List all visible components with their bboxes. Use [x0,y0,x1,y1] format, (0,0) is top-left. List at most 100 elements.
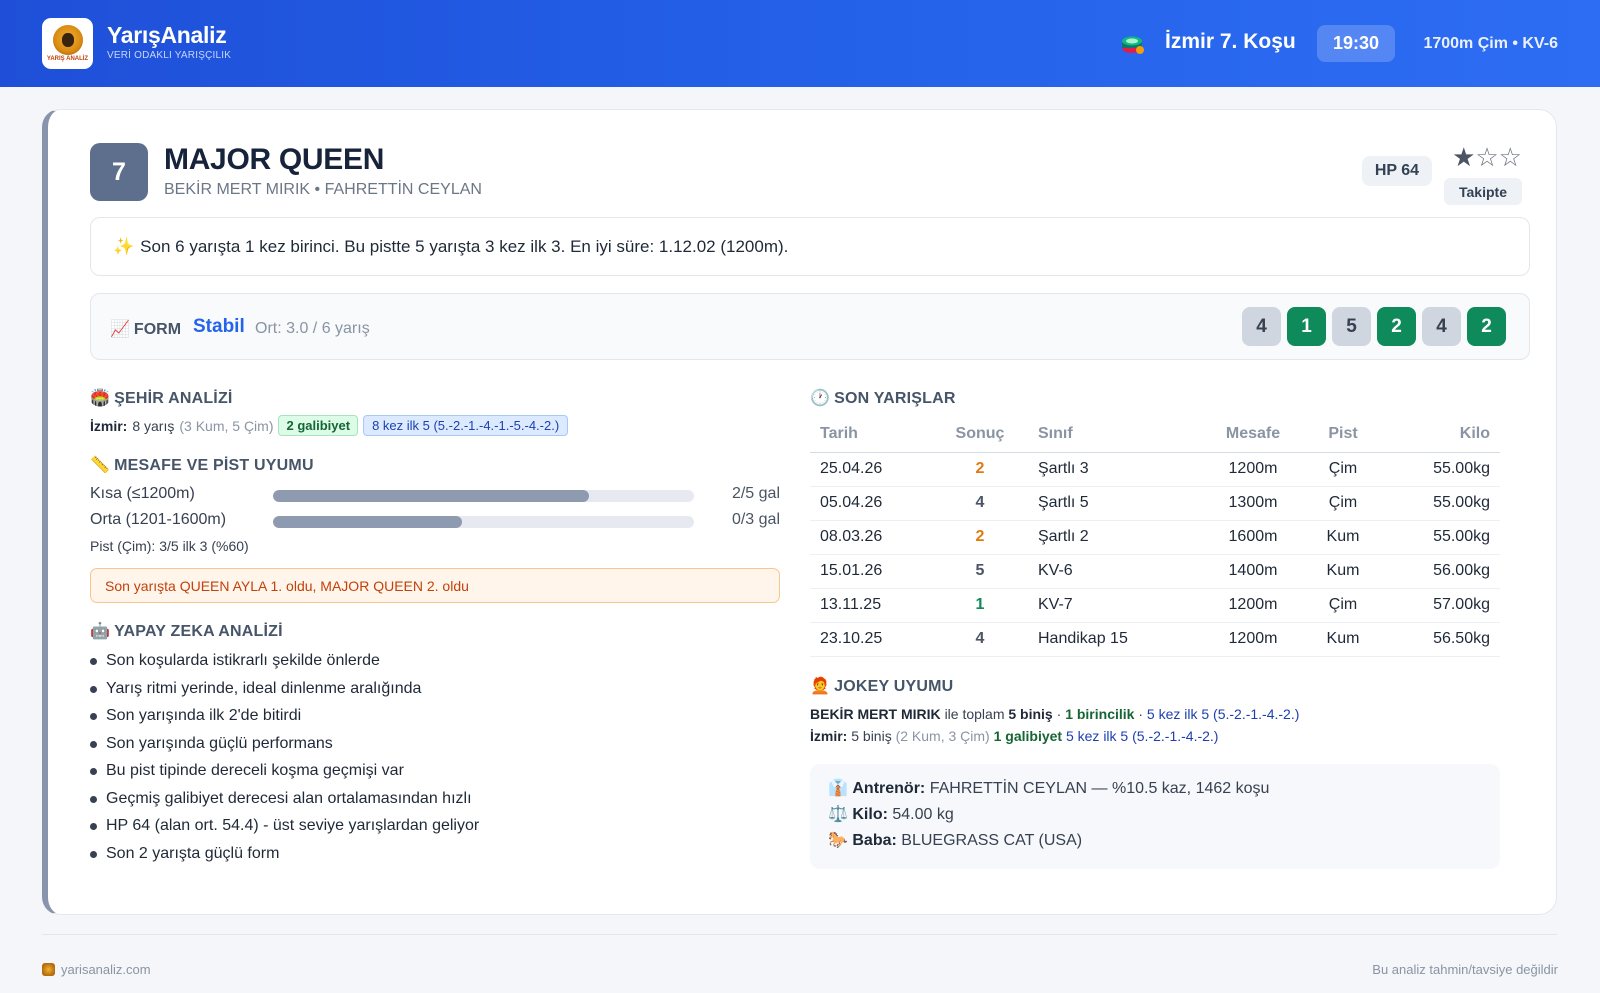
top-header: YARIŞ ANALİZ YarışAnaliz VERİ ODAKLI YAR… [0,0,1600,87]
jockey-city-line: İzmir: 5 biniş (2 Kum, 3 Çim) 1 galibiye… [810,728,1218,744]
column-header[interactable]: Sınıf [1028,416,1198,453]
table-row[interactable]: 23.10.25 4 Handikap 15 1200m Kum 56.50kg [810,622,1500,657]
list-item: Son yarışında ilk 2'de bitirdi [90,705,479,733]
distance-row-medium: Orta (1201-1600m) 0/3 gal [90,511,780,531]
clock-icon: 🕐 [810,390,831,407]
column-header[interactable]: Kilo [1378,416,1500,453]
city-analysis-title: 🏟️ ŞEHİR ANALİZİ [90,390,233,407]
cell-distance: 1200m [1198,452,1308,487]
city-analysis-line: İzmir: 8 yarış (3 Kum, 5 Çim) 2 galibiye… [90,415,569,436]
horse-connections: BEKİR MERT MIRIK • FAHRETTİN CEYLAN [164,181,482,198]
ruler-icon: 📏 [90,457,111,474]
summary-text: Son 6 yarışta 1 kez birinci. Bu pistte 5… [140,236,789,256]
column-header[interactable]: Tarih [810,416,932,453]
cell-class: Şartlı 5 [1028,486,1198,521]
ai-analysis-list: Son koşularda istikrarlı şekilde önlerde… [90,650,479,870]
hp-badge: HP 64 [1361,156,1432,186]
jockey-city: İzmir: [810,728,848,744]
form-bar: 📈 FORM Stabil Ort: 3.0 / 6 yarış 415242 [90,293,1530,360]
sire-value: BLUEGRASS CAT (USA) [901,832,1083,849]
form-average: Ort: 3.0 / 6 yarış [255,320,370,337]
cell-class: Şartlı 3 [1028,452,1198,487]
distance-progress-track [273,490,694,502]
city-top5-tag: 8 kez ilk 5 (5.-2.-1.-4.-1.-5.-4.-2.) [363,415,569,436]
footer-site[interactable]: yarisanaliz.com [42,962,151,977]
rating-stars[interactable]: ★☆☆ [1452,142,1522,173]
jockey-city-breakdown: (2 Kum, 3 Çim) [895,728,990,744]
table-row[interactable]: 05.04.26 4 Şartlı 5 1300m Çim 55.00kg [810,486,1500,521]
race-info: 1700m Çim • KV-6 [1423,35,1558,52]
table-row[interactable]: 08.03.26 2 Şartlı 2 1600m Kum 55.00kg [810,520,1500,555]
list-item: HP 64 (alan ort. 54.4) - üst seviye yarı… [90,815,479,843]
form-positions: 415242 [1242,307,1506,346]
cell-weight: 57.00kg [1378,588,1500,623]
horse-icon: 🐎 [828,832,848,849]
separator: · [1138,706,1143,722]
lion-icon [52,25,83,55]
list-item: Son 2 yarışta güçlü form [90,843,479,871]
cell-result: 5 [932,554,1028,589]
column-header[interactable]: Mesafe [1198,416,1308,453]
jockey-name: BEKİR MERT MIRIK [810,706,941,722]
cell-class: KV-6 [1028,554,1198,589]
jockey-rides: 5 biniş [1008,706,1053,722]
column-header[interactable]: Sonuç [932,416,1028,453]
stadium-icon: 🏟️ [90,390,111,407]
star-empty-icon[interactable]: ☆☆ [1475,142,1522,172]
cell-track: Çim [1308,588,1378,623]
jockey-text: ile toplam [944,706,1005,722]
cell-class: KV-7 [1028,588,1198,623]
weight-line: ⚖️ Kilo: 54.00 kg [828,804,1482,830]
cell-weight: 55.00kg [1378,520,1500,555]
cell-track: Kum [1308,520,1378,555]
footer-disclaimer: Bu analiz tahmin/tavsiye değildir [1372,962,1558,977]
brand-name[interactable]: YarışAnaliz [107,22,231,49]
racecourse-icon [1122,36,1144,54]
jockey-city-top5: 5 kez ilk 5 (5.-2.-1.-4.-2.) [1065,728,1219,744]
cell-track: Çim [1308,486,1378,521]
cell-result: 4 [932,622,1028,657]
cell-result: 1 [932,588,1028,623]
cell-class: Şartlı 2 [1028,520,1198,555]
cell-distance: 1400m [1198,554,1308,589]
cell-result: 2 [932,452,1028,487]
form-position-pill: 5 [1332,307,1371,346]
brand-logo[interactable]: YARIŞ ANALİZ [42,18,93,69]
form-position-pill: 2 [1377,307,1416,346]
cell-distance: 1200m [1198,588,1308,623]
distance-value: 0/3 gal [731,511,780,528]
follow-button[interactable]: Takipte [1444,178,1522,205]
cell-date: 08.03.26 [810,520,932,555]
logo-mini-icon [42,963,55,976]
star-filled-icon[interactable]: ★ [1452,142,1475,172]
jockey-top5: 5 kez ilk 5 (5.-2.-1.-4.-2.) [1146,706,1300,722]
jockey-city-wins: 1 galibiyet [993,728,1063,744]
column-header[interactable]: Pist [1308,416,1378,453]
footer-site-link[interactable]: yarisanaliz.com [61,962,151,977]
scale-icon: ⚖️ [828,806,848,823]
table-row[interactable]: 13.11.25 1 KV-7 1200m Çim 57.00kg [810,588,1500,623]
form-position-pill: 4 [1242,307,1281,346]
cell-result: 2 [932,520,1028,555]
table-row[interactable]: 25.04.26 2 Şartlı 3 1200m Çim 55.00kg [810,452,1500,487]
sparkles-icon: ✨ [113,236,135,256]
jockey-icon: 🧑‍🦰 [810,678,831,695]
horse-details-box: 👔 Antrenör: FAHRETTİN CEYLAN — %10.5 kaz… [810,764,1500,869]
list-item: Bu pist tipinde dereceli koşma geçmişi v… [90,760,479,788]
brand: YarışAnaliz VERİ ODAKLI YARIŞÇILIK [107,22,231,61]
race-time-badge: 19:30 [1317,25,1395,62]
distance-progress-fill [273,490,589,502]
jockey-city-rides: 5 biniş [851,728,892,744]
distance-progress-track [273,516,694,528]
city-name: İzmir: [90,417,128,434]
table-row[interactable]: 15.01.26 5 KV-6 1400m Kum 56.00kg [810,554,1500,589]
tie-icon: 👔 [828,780,848,797]
race-title: İzmir 7. Koşu [1165,30,1296,53]
cell-track: Kum [1308,622,1378,657]
track-fit-line: Pist (Çim): 3/5 ilk 3 (%60) [90,538,249,554]
horse-card: 7 MAJOR QUEEN BEKİR MERT MIRIK • FAHRETT… [42,109,1557,915]
cell-date: 25.04.26 [810,452,932,487]
cell-weight: 56.50kg [1378,622,1500,657]
ai-analysis-title: 🤖 YAPAY ZEKA ANALİZİ [90,623,283,640]
sire-line: 🐎 Baba: BLUEGRASS CAT (USA) [828,830,1482,856]
